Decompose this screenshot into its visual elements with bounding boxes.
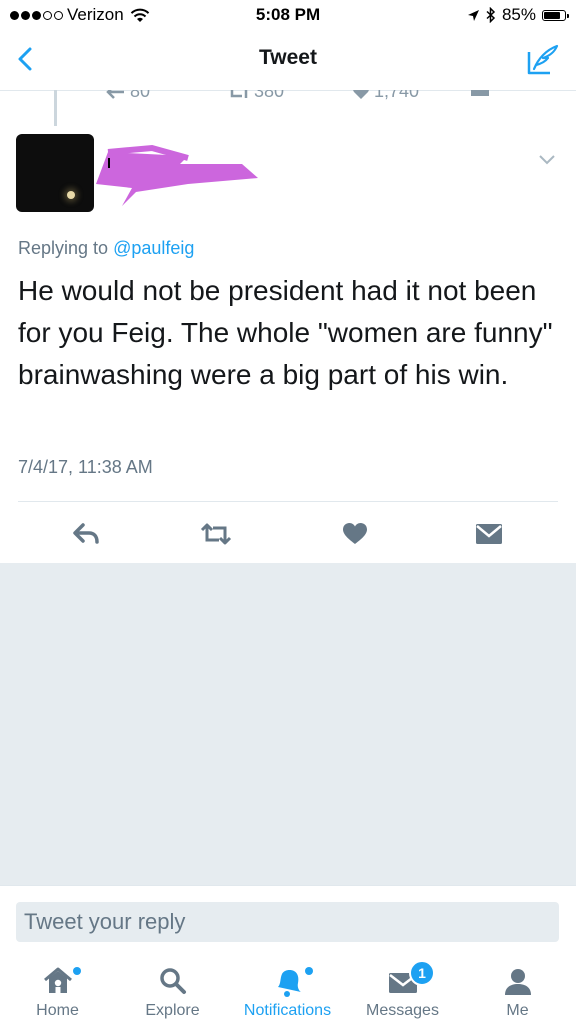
tab-explore-label: Explore bbox=[145, 1002, 200, 1019]
chevron-down-icon bbox=[539, 155, 555, 165]
replying-to-label: Replying to bbox=[18, 238, 109, 258]
heart-icon bbox=[343, 523, 367, 544]
tab-home-label: Home bbox=[36, 1002, 79, 1019]
home-icon bbox=[43, 967, 72, 993]
tweet-options-button[interactable] bbox=[536, 150, 558, 168]
divider bbox=[18, 501, 558, 502]
previous-dm[interactable] bbox=[470, 90, 490, 97]
avatar-light-spot bbox=[67, 191, 75, 199]
home-new-indicator bbox=[73, 967, 81, 975]
previous-replies[interactable]: 80 bbox=[106, 90, 150, 102]
reply-button[interactable] bbox=[64, 512, 108, 556]
avatar[interactable] bbox=[16, 134, 94, 212]
reply-bar: Tweet your reply bbox=[0, 885, 576, 950]
tweet-timestamp: 7/4/17, 11:38 AM bbox=[18, 457, 153, 477]
retweet-icon bbox=[230, 90, 248, 98]
tweet-text: He would not be president had it not bee… bbox=[18, 275, 553, 390]
tab-explore[interactable]: Explore bbox=[115, 949, 230, 1024]
previous-retweets[interactable]: 380 bbox=[228, 90, 284, 102]
tab-notifications[interactable]: Notifications bbox=[230, 949, 345, 1024]
tweet-actions bbox=[0, 512, 576, 556]
bell-icon bbox=[277, 970, 301, 997]
compose-feather-icon bbox=[527, 44, 559, 75]
envelope-icon-wrap bbox=[345, 961, 460, 1001]
retweet-icon bbox=[200, 523, 232, 545]
tab-messages[interactable]: 1 Messages bbox=[345, 949, 460, 1024]
previous-like-count: 1,740 bbox=[374, 90, 420, 101]
tab-me[interactable]: Me bbox=[460, 949, 575, 1024]
status-right: 85% bbox=[467, 5, 569, 25]
bell-icon-wrap bbox=[230, 961, 345, 1001]
heart-icon bbox=[353, 90, 369, 99]
reply-input[interactable]: Tweet your reply bbox=[16, 902, 559, 942]
location-arrow-icon bbox=[467, 9, 479, 21]
previous-tweet-stats: 80 380 1,740 bbox=[0, 90, 576, 104]
previous-reply-count: 80 bbox=[130, 90, 151, 101]
tab-me-label: Me bbox=[506, 1002, 529, 1019]
messages-badge: 1 bbox=[409, 960, 435, 986]
tab-notifications-label: Notifications bbox=[243, 1002, 332, 1019]
previous-likes[interactable]: 1,740 bbox=[352, 90, 419, 102]
status-bar: Verizon 5:08 PM 85% bbox=[0, 0, 576, 30]
tab-messages-label: Messages bbox=[366, 1002, 439, 1019]
direct-message-button[interactable] bbox=[467, 512, 511, 556]
bluetooth-icon bbox=[486, 7, 496, 23]
tab-home[interactable]: Home bbox=[0, 949, 115, 1024]
envelope-icon bbox=[476, 524, 502, 544]
retweet-button[interactable] bbox=[194, 512, 238, 556]
page-title: Tweet bbox=[259, 46, 317, 69]
search-icon-wrap bbox=[115, 961, 230, 1001]
person-icon bbox=[504, 969, 531, 995]
reply-icon bbox=[106, 90, 124, 99]
tab-bar: Home Explore Notifications 1 Messages Me bbox=[0, 949, 576, 1024]
navigation-bar: Tweet bbox=[0, 30, 576, 91]
reply-icon bbox=[73, 523, 99, 544]
envelope-icon bbox=[471, 90, 489, 96]
battery-icon bbox=[542, 9, 569, 21]
search-icon bbox=[159, 968, 186, 994]
redacted-username-scribble bbox=[96, 144, 258, 206]
empty-replies-area bbox=[0, 563, 576, 885]
replying-to: Replying to @paulfeig bbox=[18, 238, 194, 259]
person-icon-wrap bbox=[460, 961, 575, 1001]
replying-to-handle[interactable]: @paulfeig bbox=[113, 238, 194, 258]
previous-retweet-count: 380 bbox=[254, 90, 285, 101]
compose-tweet-button[interactable] bbox=[526, 42, 562, 76]
battery-percent: 85% bbox=[501, 5, 536, 24]
like-button[interactable] bbox=[333, 512, 377, 556]
notifications-new-indicator bbox=[305, 967, 313, 975]
home-icon-wrap bbox=[0, 961, 115, 1001]
